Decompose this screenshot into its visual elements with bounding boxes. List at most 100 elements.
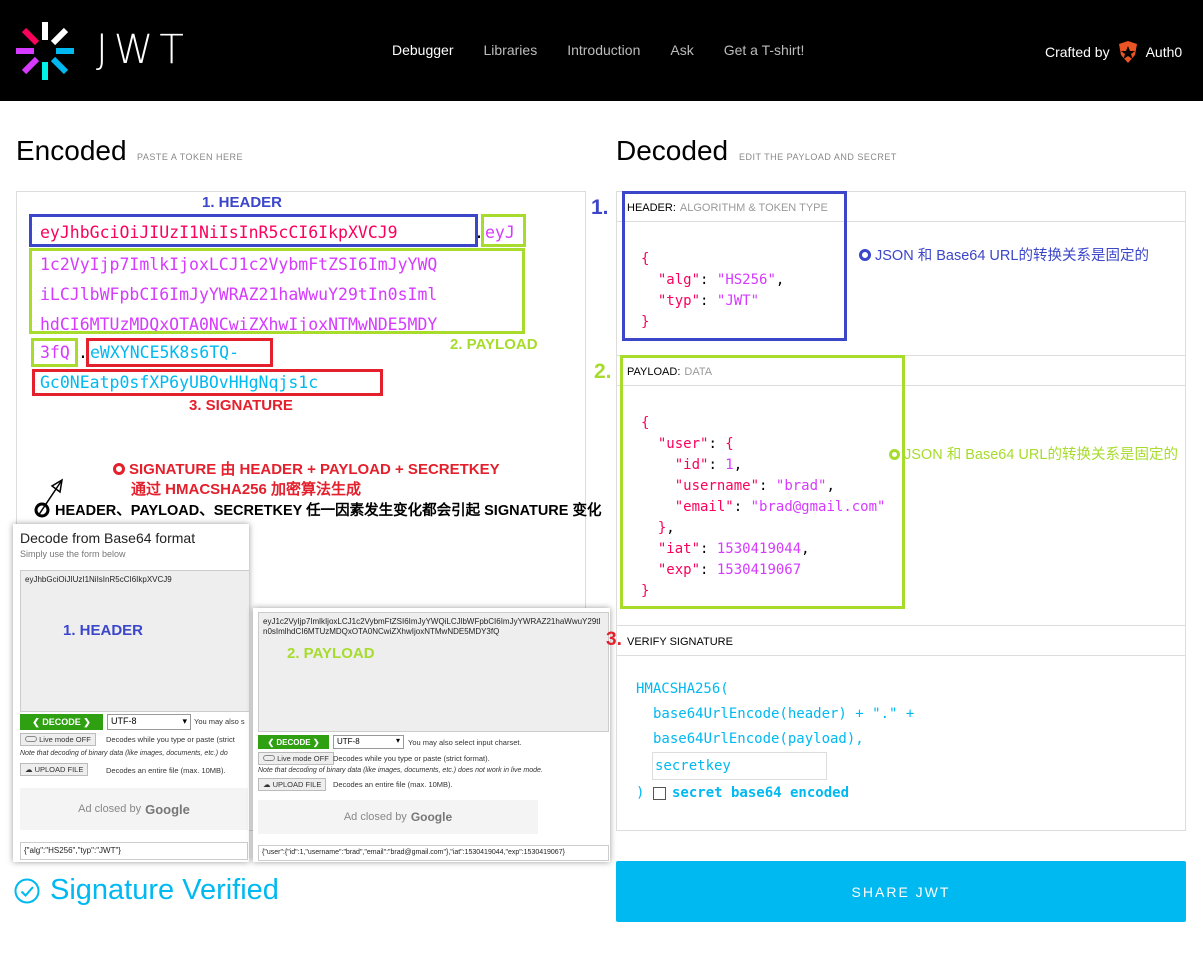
- b64-payload-also-text: You may also select input charset.: [408, 738, 522, 747]
- verify-line-3: base64UrlEncode(payload),: [653, 731, 864, 747]
- auth0-brand: Auth0: [1145, 44, 1183, 60]
- b64-upload-desc: Decodes an entire file (max. 10MB).: [106, 766, 226, 775]
- signature-verified-text: Signature Verified: [50, 874, 279, 906]
- encoded-title: Encoded: [16, 135, 127, 166]
- b64-payload-result-value: {"user":{"id":1,"username":"brad","email…: [262, 849, 565, 856]
- decoded-num-3: 3.: [606, 629, 622, 650]
- signature-highlight-box-a: [86, 338, 273, 367]
- b64-upload-button[interactable]: ☁ UPLOAD FILE: [20, 763, 89, 776]
- signature-annotation: 3. SIGNATURE: [189, 397, 293, 414]
- b64-input-textarea[interactable]: eyJhbGciOiJIUzI1NiIsInR5cCI6IkpXVCJ9: [20, 570, 249, 712]
- ad-closed-box: Ad closed by Google: [20, 788, 248, 830]
- b64-payload-live-label: Live mode OFF: [277, 754, 329, 763]
- b64-payload-input-textarea[interactable]: eyJ1c2VyIjp7ImlkIjoxLCJ1c2VybmFtZSI6ImJy…: [258, 612, 609, 732]
- top-navbar: JWT Debugger Libraries Introduction Ask …: [0, 0, 1203, 101]
- base64-decode-panel-payload: eyJ1c2VyIjp7ImlkIjoxLCJ1c2VybmFtZSI6ImJy…: [253, 608, 610, 862]
- b64-live-desc: Decodes while you type or paste (strict: [106, 735, 235, 744]
- blue-bullet-icon: [859, 249, 871, 261]
- decoded-num-2: 2.: [594, 360, 612, 383]
- base64-encoded-checkbox[interactable]: [653, 787, 666, 800]
- verify-close-paren: ): [636, 785, 645, 801]
- signature-verified-status: Signature Verified: [14, 874, 279, 907]
- b64-payload-upload-button[interactable]: ☁ UPLOAD FILE: [258, 778, 327, 791]
- b64-payload-upload-desc: Decodes an entire file (max. 10MB).: [333, 780, 453, 789]
- ad-closed-box: Ad closed by Google: [258, 800, 538, 834]
- b64-result-textarea[interactable]: {"alg":"HS256","typ":"JWT"}: [20, 842, 248, 860]
- secret-input[interactable]: [652, 752, 827, 780]
- logo-text[interactable]: JWT: [96, 27, 190, 73]
- nav-libraries[interactable]: Libraries: [484, 42, 538, 58]
- crafted-by[interactable]: Crafted by Auth0: [1045, 41, 1182, 63]
- payload-annotation: 2. PAYLOAD: [450, 336, 538, 353]
- decoded-header-highlight: [622, 191, 847, 341]
- verify-section-head: VERIFY SIGNATURE: [616, 625, 1186, 656]
- b64-payload-upload-label: UPLOAD FILE: [272, 780, 322, 789]
- b64-live-mode-label: Live mode OFF: [39, 735, 91, 744]
- verify-line-2: base64UrlEncode(header) + "." +: [653, 706, 915, 722]
- payload-conversion-note-text: JSON 和 Base64 URL的转换关系是固定的: [904, 447, 1178, 463]
- decoded-payload-highlight: [620, 355, 905, 609]
- chevron-down-icon: ▾: [182, 716, 187, 726]
- nav-tshirt[interactable]: Get a T-shirt!: [724, 42, 805, 58]
- google-logo: Google: [145, 801, 190, 817]
- decoded-title: Decoded: [616, 135, 729, 166]
- b64-input-value: eyJhbGciOiJIUzI1NiIsInR5cCI6IkpXVCJ9: [25, 575, 172, 584]
- red-bullet-icon: [113, 463, 125, 475]
- payload-highlight-box-b: [29, 248, 525, 334]
- b64-title: Decode from Base64 format: [20, 530, 196, 546]
- b64-result-value: {"alg":"HS256","typ":"JWT"}: [24, 846, 121, 855]
- header-annotation: 1. HEADER: [202, 194, 283, 211]
- upload-cloud-icon: ☁: [25, 765, 33, 774]
- jwt-debugger-page: JWT Debugger Libraries Introduction Ask …: [0, 0, 1203, 953]
- payload-highlight-box-a: [481, 214, 526, 247]
- b64-also-text: You may also s: [194, 717, 245, 726]
- b64-payload-note: Note that decoding of binary data (like …: [258, 767, 543, 774]
- b64-payload-annotation: 2. PAYLOAD: [287, 645, 375, 662]
- b64-payload-decode-button[interactable]: ❮ DECODE ❯: [258, 735, 329, 749]
- jwt-logo-icon[interactable]: [14, 20, 76, 82]
- b64-live-mode-toggle[interactable]: Live mode OFF: [20, 733, 96, 746]
- b64-payload-live-toggle[interactable]: Live mode OFF: [258, 752, 334, 765]
- b64-charset-value: UTF-8: [111, 716, 137, 726]
- payload-highlight-box-c: [31, 338, 78, 367]
- payload-conversion-note: JSON 和 Base64 URL的转换关系是固定的: [889, 443, 1178, 464]
- decoded-num-1: 1.: [591, 196, 609, 219]
- ad-closed-text: Ad closed by: [78, 803, 142, 815]
- b64-upload-label: UPLOAD FILE: [34, 765, 84, 774]
- decoded-subtitle: EDIT THE PAYLOAD AND SECRET: [739, 152, 897, 162]
- signature-note-line-2: 通过 HMACSHA256 加密算法生成: [131, 481, 362, 498]
- signature-highlight-box-b: [32, 369, 383, 396]
- header-conversion-note: JSON 和 Base64 URL的转换关系是固定的: [859, 244, 1149, 265]
- ad-closed-text: Ad closed by: [343, 811, 407, 823]
- check-circle-icon: [14, 878, 40, 903]
- crafted-by-label: Crafted by: [1045, 44, 1110, 60]
- main-nav: Debugger Libraries Introduction Ask Get …: [392, 42, 804, 58]
- auth0-shield-icon: [1118, 41, 1137, 63]
- b64-payload-live-desc: Decodes while you type or paste (strict …: [333, 754, 490, 763]
- upload-cloud-icon: ☁: [263, 780, 271, 789]
- b64-header-annotation: 1. HEADER: [63, 622, 144, 639]
- green-bullet-icon: [889, 449, 900, 460]
- b64-payload-result-textarea[interactable]: {"user":{"id":1,"username":"brad","email…: [258, 845, 609, 861]
- signature-note-line-1: SIGNATURE 由 HEADER + PAYLOAD + SECRETKEY: [113, 458, 500, 479]
- b64-payload-charset-select[interactable]: UTF-8 ▾: [333, 735, 404, 749]
- nav-debugger[interactable]: Debugger: [392, 42, 454, 58]
- base64-encoded-label[interactable]: secret base64 encoded: [672, 781, 849, 806]
- b64-note: Note that decoding of binary data (like …: [20, 750, 228, 757]
- base64-decode-panel-header: Decode from Base64 format Simply use the…: [13, 524, 249, 862]
- toggle-icon: [25, 736, 37, 742]
- chevron-down-icon: ▾: [395, 736, 400, 745]
- toggle-icon: [263, 755, 275, 761]
- header-conversion-note-text: JSON 和 Base64 URL的转换关系是固定的: [875, 248, 1149, 264]
- google-logo: Google: [410, 810, 453, 824]
- verify-fn: HMACSHA256(: [636, 681, 729, 697]
- change-note: HEADER、PAYLOAD、SECRETKEY 任一因素发生变化都会引起 SI…: [55, 503, 602, 519]
- share-jwt-button[interactable]: SHARE JWT: [616, 861, 1186, 922]
- b64-payload-input-value: eyJ1c2VyIjp7ImlkIjoxLCJ1c2VybmFtZSI6ImJy…: [263, 617, 601, 636]
- nav-introduction[interactable]: Introduction: [567, 42, 640, 58]
- b64-payload-charset-value: UTF-8: [337, 737, 360, 746]
- b64-charset-select[interactable]: UTF-8 ▾: [107, 714, 191, 730]
- verify-label: VERIFY SIGNATURE: [627, 636, 733, 648]
- nav-ask[interactable]: Ask: [670, 42, 693, 58]
- b64-decode-button[interactable]: ❮ DECODE ❯: [20, 714, 103, 730]
